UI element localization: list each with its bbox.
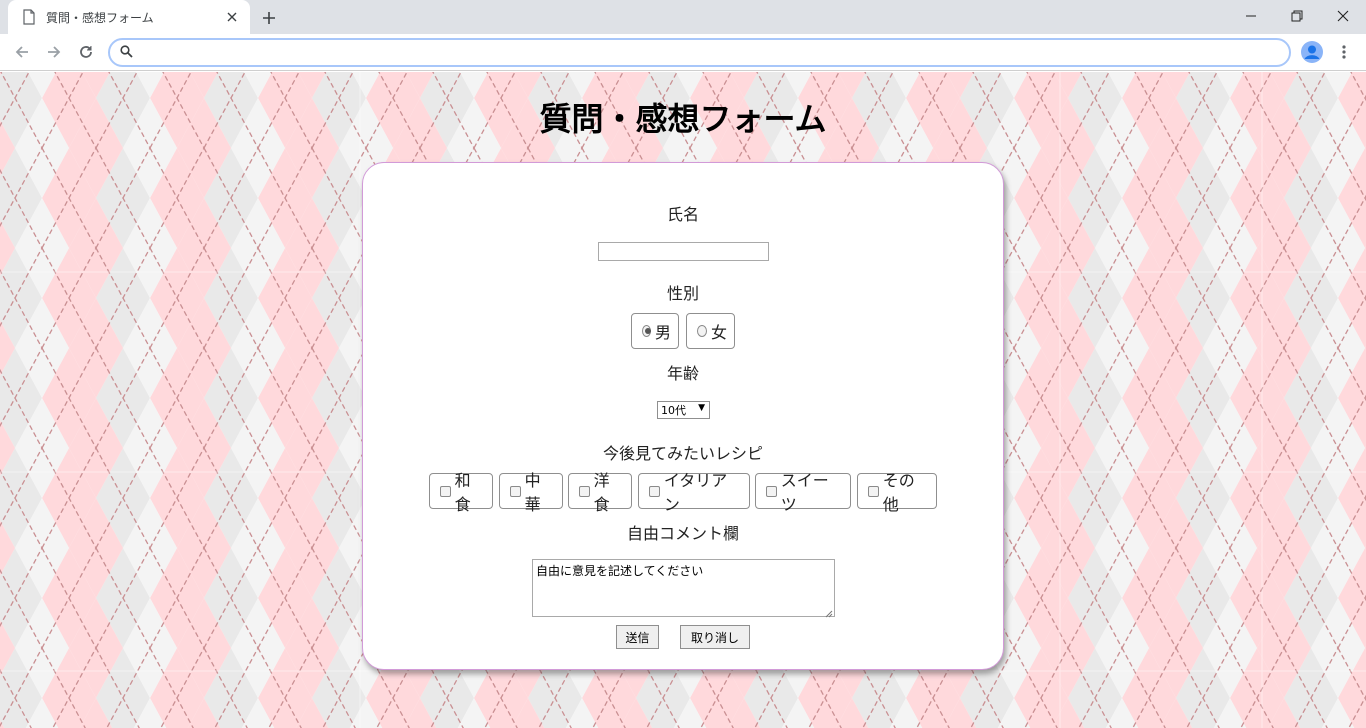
gender-option-male[interactable]: 男 (631, 313, 679, 349)
close-tab-icon[interactable] (224, 9, 240, 25)
reload-icon[interactable] (73, 39, 99, 65)
tab-title: 質問・感想フォーム (46, 10, 154, 25)
checkbox-chuka[interactable] (510, 485, 521, 497)
recipe-option-other[interactable]: その他 (857, 471, 937, 514)
comment-text: 自由に意見を記述してください (536, 564, 704, 578)
recipe-other-label: その他 (882, 471, 915, 514)
feedback-form: 氏名 性別 男 女 年齢 10代 ▼ 今後見てみたいレシピ 和食 中華 洋食 イ… (362, 162, 1004, 670)
recipe-option-sweets[interactable]: スイーツ (755, 471, 851, 514)
new-tab-icon[interactable] (258, 7, 280, 29)
recipe-option-italian[interactable]: イタリアン (638, 471, 750, 514)
page-title: 質問・感想フォーム (539, 100, 827, 138)
more-menu-icon[interactable] (1334, 41, 1354, 63)
checkbox-yoshoku[interactable] (579, 485, 590, 497)
comment-label: 自由コメント欄 (626, 524, 739, 543)
back-arrow-icon[interactable] (9, 39, 35, 65)
minimize-icon[interactable] (1228, 0, 1274, 32)
recipe-washoku-label: 和食 (454, 471, 471, 514)
browser-toolbar (0, 34, 1366, 71)
age-selected-value: 10代 (661, 404, 686, 417)
checkbox-italian[interactable] (649, 485, 660, 497)
recipe-yoshoku-label: 洋食 (593, 471, 610, 514)
recipe-italian-label: イタリアン (663, 471, 728, 514)
recipe-sweets-label: スイーツ (780, 471, 829, 514)
profile-avatar-icon[interactable] (1301, 41, 1323, 63)
reset-button[interactable]: 取り消し (680, 625, 750, 649)
age-label: 年齢 (666, 364, 699, 383)
browser-tab[interactable]: 質問・感想フォーム (8, 0, 250, 34)
recipe-option-yoshoku[interactable]: 洋食 (568, 471, 632, 514)
page-viewport: 質問・感想フォーム 氏名 性別 男 女 年齢 10代 ▼ 今後見てみたいレシピ … (0, 72, 1366, 728)
radio-female[interactable] (697, 325, 707, 337)
checkbox-washoku[interactable] (440, 485, 451, 497)
age-select[interactable]: 10代 ▼ (657, 401, 710, 419)
submit-button[interactable]: 送信 (616, 625, 659, 649)
address-bar[interactable] (108, 38, 1291, 67)
gender-female-label: 女 (710, 323, 727, 342)
tab-strip: 質問・感想フォーム (0, 0, 1366, 34)
recipe-label: 今後見てみたいレシピ (602, 444, 763, 463)
window-close-icon[interactable] (1320, 0, 1366, 32)
gender-option-female[interactable]: 女 (686, 313, 735, 349)
restore-icon[interactable] (1274, 0, 1320, 32)
dropdown-arrow-icon: ▼ (698, 403, 705, 413)
comment-textarea[interactable]: 自由に意見を記述してください (532, 559, 835, 618)
forward-arrow-icon[interactable] (41, 39, 67, 65)
address-input[interactable] (141, 42, 1289, 63)
gender-male-label: 男 (654, 323, 671, 342)
recipe-option-washoku[interactable]: 和食 (429, 471, 493, 514)
name-input[interactable] (598, 242, 769, 261)
radio-male[interactable] (642, 325, 651, 337)
search-icon (120, 43, 133, 62)
checkbox-sweets[interactable] (766, 485, 777, 497)
recipe-chuka-label: 中華 (524, 471, 541, 514)
recipe-option-chuka[interactable]: 中華 (499, 471, 563, 514)
name-label: 氏名 (666, 205, 699, 224)
document-icon (22, 9, 36, 25)
resize-grip-icon[interactable] (825, 607, 833, 618)
gender-label: 性別 (666, 284, 699, 303)
checkbox-other[interactable] (868, 485, 879, 497)
